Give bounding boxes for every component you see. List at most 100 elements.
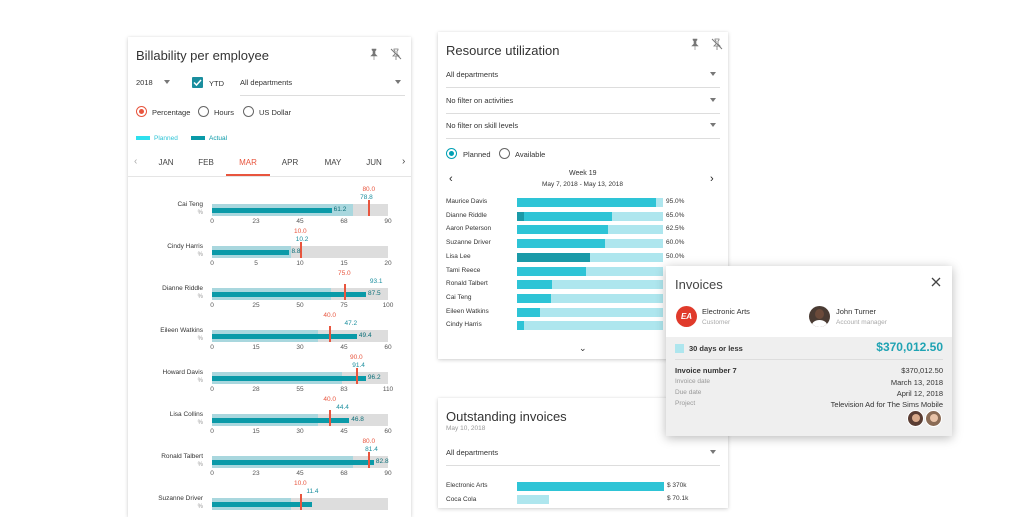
resource-row-bar bbox=[517, 321, 525, 331]
bullet-actual-value: 44.4 bbox=[336, 404, 349, 411]
bullet-actual-bar bbox=[212, 292, 366, 297]
employee-unit: % bbox=[197, 210, 203, 216]
employee-name: Cai Teng bbox=[177, 201, 203, 208]
tab-feb[interactable]: FEB bbox=[186, 158, 226, 167]
bullet-planned-marker bbox=[356, 368, 358, 384]
customer-name: Electronic Arts bbox=[702, 307, 750, 316]
outstanding-row-name: Electronic Arts bbox=[446, 482, 488, 489]
bucket-total: $370,012.50 bbox=[876, 340, 943, 354]
unpin-icon[interactable] bbox=[711, 38, 723, 50]
month-prev-icon[interactable]: ‹ bbox=[134, 156, 137, 167]
axis-tick-label: 0 bbox=[210, 470, 214, 477]
manager-role: Account manager bbox=[836, 319, 887, 326]
resource-row-name: Aaron Peterson bbox=[446, 225, 492, 233]
skill-levels-select[interactable]: No filter on skill levels bbox=[446, 119, 720, 139]
field-label: Due date bbox=[675, 389, 702, 396]
week-prev-icon[interactable]: ‹ bbox=[449, 173, 453, 185]
bullet-actual-bar bbox=[212, 334, 357, 339]
bullet-actual-bar bbox=[212, 502, 313, 507]
outstanding-row-amount: $ 370k bbox=[667, 482, 687, 489]
resource-row-name: Eileen Watkins bbox=[446, 307, 489, 315]
resource-row-bar bbox=[517, 280, 553, 290]
tab-jun[interactable]: JUN bbox=[354, 158, 394, 167]
resource-row-bar bbox=[517, 198, 656, 207]
tab-apr[interactable]: APR bbox=[270, 158, 310, 167]
close-icon[interactable] bbox=[931, 277, 941, 287]
bullet-planned-value: 75.0 bbox=[338, 270, 351, 277]
axis-tick-label: 60 bbox=[384, 428, 392, 435]
axis-tick-label: 0 bbox=[210, 386, 214, 393]
outstanding-row-bar[interactable] bbox=[517, 495, 549, 504]
axis-tick-label: 90 bbox=[384, 218, 392, 225]
invoice-amount: $370,012.50 bbox=[901, 366, 943, 375]
employee-unit: % bbox=[197, 378, 203, 384]
usdollar-radio[interactable] bbox=[243, 106, 254, 117]
billability-card: Billability per employee 2018 YTD All de… bbox=[128, 37, 411, 517]
activities-select[interactable]: No filter on activities bbox=[446, 94, 720, 114]
axis-tick-label: 15 bbox=[252, 428, 260, 435]
axis-tick-label: 45 bbox=[296, 218, 304, 225]
outstanding-date: May 10, 2018 bbox=[446, 425, 486, 432]
resource-row-bar-dark bbox=[517, 211, 524, 221]
bullet-planned-marker bbox=[368, 200, 370, 216]
outstanding-department-select[interactable]: All departments bbox=[446, 446, 720, 466]
bullet-actual-value-inline: 8.8 bbox=[291, 248, 301, 255]
expand-chevron-icon[interactable]: ⌄ bbox=[579, 343, 587, 354]
unpin-icon[interactable] bbox=[390, 48, 402, 60]
axis-tick-label: 90 bbox=[384, 470, 392, 477]
bullet-actual-bar bbox=[212, 460, 374, 465]
bullet-actual-value: 10.2 bbox=[295, 236, 309, 243]
year-select[interactable]: 2018 bbox=[136, 76, 174, 96]
avatar bbox=[809, 306, 830, 327]
resource-department-select[interactable]: All departments bbox=[446, 68, 720, 88]
bullet-planned-marker bbox=[329, 326, 331, 342]
percentage-radio[interactable] bbox=[136, 106, 147, 117]
field-label: Invoice date bbox=[675, 378, 711, 385]
pin-icon[interactable] bbox=[689, 38, 701, 50]
billability-title: Billability per employee bbox=[136, 48, 269, 63]
customer-role: Customer bbox=[702, 319, 731, 326]
tab-mar[interactable]: MAR bbox=[228, 158, 268, 167]
avatar bbox=[907, 410, 924, 427]
legend-actual-swatch bbox=[191, 136, 205, 140]
pin-icon[interactable] bbox=[368, 48, 380, 60]
available-radio[interactable] bbox=[499, 148, 510, 159]
resource-row-percent: 65.0% bbox=[666, 211, 685, 219]
bullet-actual-value: 91.4 bbox=[352, 362, 365, 369]
employee-unit: % bbox=[197, 294, 203, 300]
axis-tick-label: 45 bbox=[296, 470, 304, 477]
planned-radio[interactable] bbox=[446, 148, 457, 159]
outstanding-title: Outstanding invoices bbox=[446, 409, 567, 424]
outstanding-row-name: Coca Cola bbox=[446, 496, 477, 503]
week-next-icon[interactable]: › bbox=[710, 173, 714, 185]
department-select[interactable]: All departments bbox=[240, 76, 405, 96]
month-next-icon[interactable]: › bbox=[402, 156, 405, 167]
tab-may[interactable]: MAY bbox=[313, 158, 353, 167]
resource-row-name: Tami Reece bbox=[446, 266, 481, 274]
bullet-planned-marker bbox=[344, 284, 346, 300]
outstanding-row-bar[interactable] bbox=[517, 482, 664, 491]
resource-row-name: Maurice Davis bbox=[446, 198, 488, 205]
resource-row-bar bbox=[517, 239, 605, 249]
bullet-actual-value-inline: 96.2 bbox=[367, 374, 381, 381]
resource-row-bar bbox=[517, 211, 612, 221]
field-value: Television Ad for The Sims Mobile bbox=[830, 400, 943, 409]
resource-row-bar bbox=[517, 307, 541, 317]
resource-title: Resource utilization bbox=[446, 43, 560, 58]
bullet-actual-value-inline: 46.8 bbox=[351, 416, 364, 423]
resource-row-background[interactable] bbox=[517, 321, 663, 331]
week-label: Week 19 bbox=[569, 170, 597, 177]
tab-jan[interactable]: JAN bbox=[146, 158, 186, 167]
axis-tick-label: 68 bbox=[340, 470, 348, 477]
bucket-label: 30 days or less bbox=[689, 344, 743, 353]
axis-tick-label: 23 bbox=[252, 470, 260, 477]
employee-unit: % bbox=[197, 420, 203, 426]
axis-tick-label: 15 bbox=[340, 260, 348, 267]
employee-unit: % bbox=[197, 336, 203, 342]
axis-tick-label: 50 bbox=[296, 302, 304, 309]
ytd-checkbox[interactable] bbox=[192, 77, 203, 88]
resource-row-bar-dark bbox=[517, 252, 590, 262]
bullet-actual-value: 11.4 bbox=[306, 488, 319, 495]
resource-row-percent: 60.0% bbox=[666, 239, 685, 247]
hours-radio[interactable] bbox=[198, 106, 209, 117]
